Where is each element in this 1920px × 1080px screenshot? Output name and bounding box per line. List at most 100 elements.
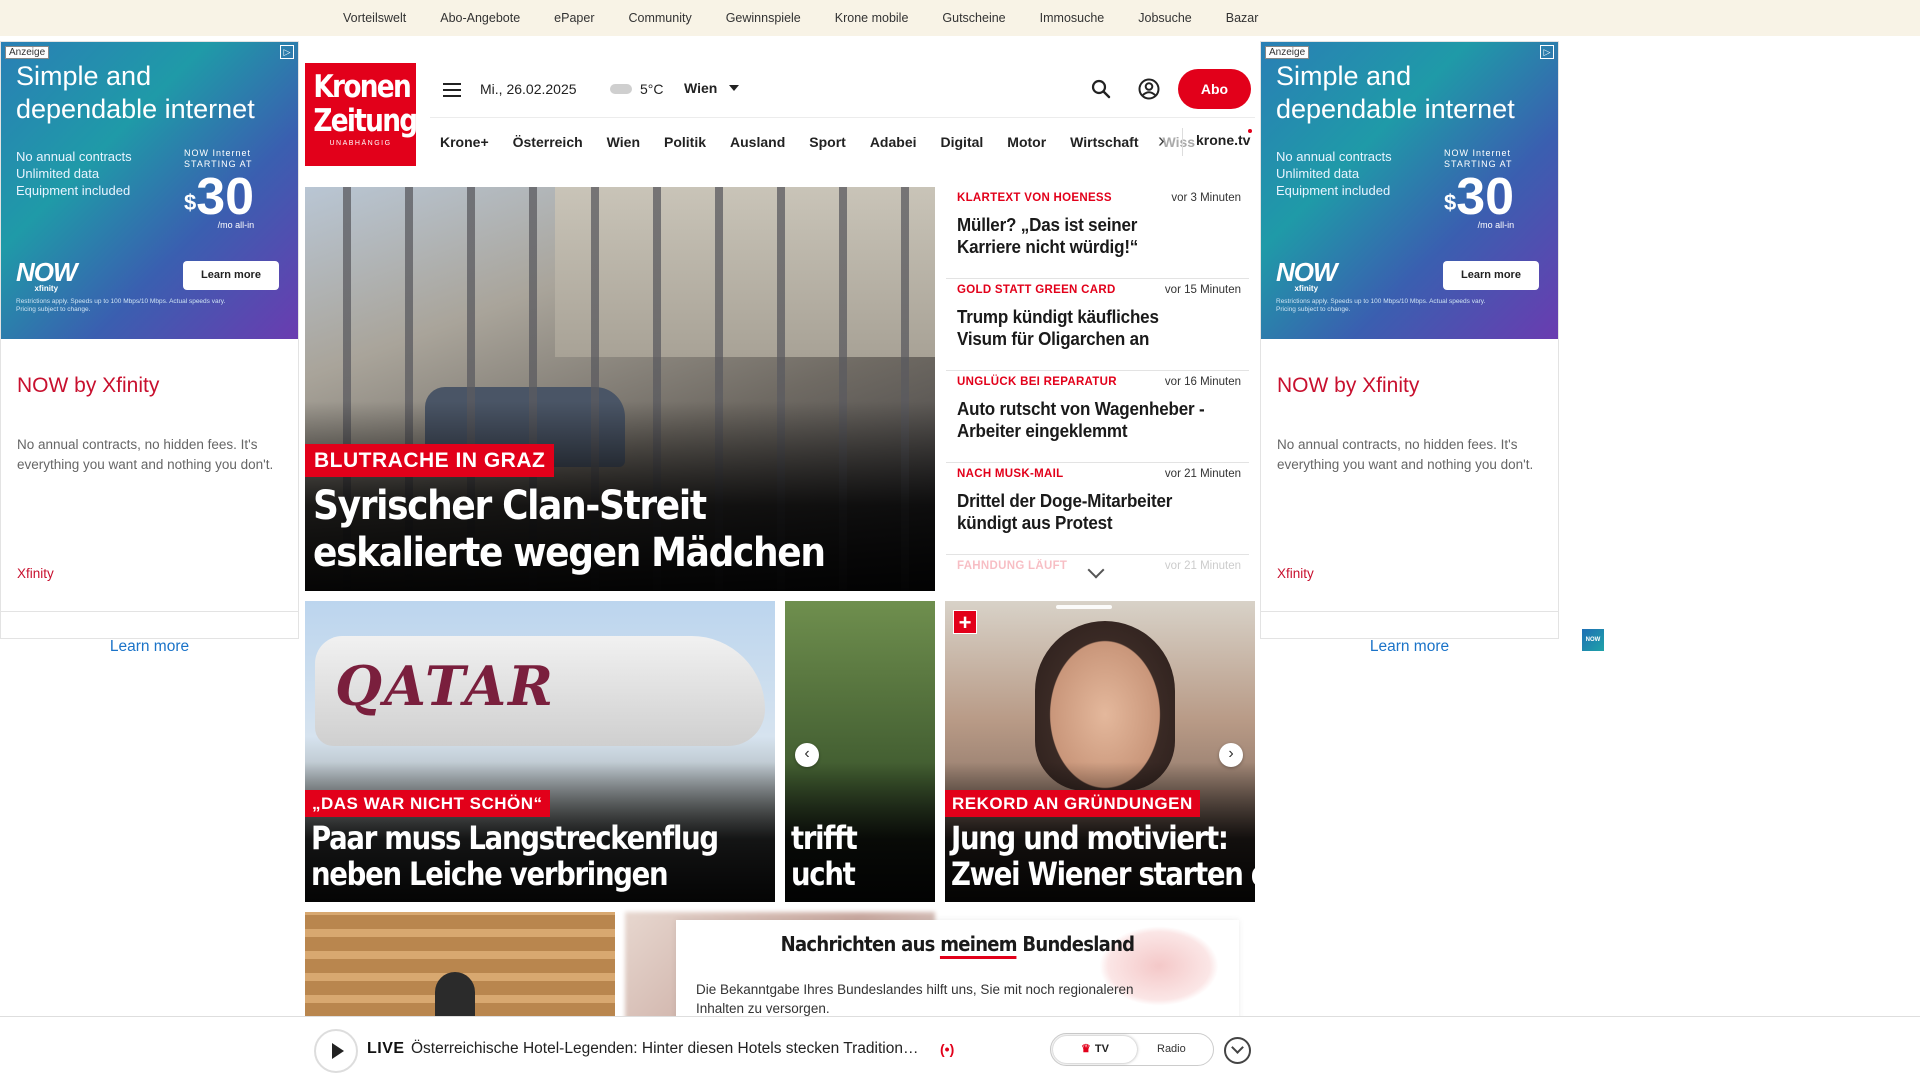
kronen-zeitung-logo[interactable]: Kronen Zeitung UNABHÄNGIG: [305, 63, 418, 166]
ticker-kicker: UNGLÜCK BEI REPARATUR: [957, 376, 1117, 388]
current-date: Mi., 26.02.2025: [480, 81, 577, 97]
ad-source[interactable]: NOW Xfinity: [17, 566, 344, 651]
ad-banner[interactable]: Anzeige ▷ Simple and dependable internet…: [1, 42, 298, 339]
ad-tag: Anzeige: [5, 46, 50, 59]
radio-option[interactable]: Radio: [1157, 1036, 1186, 1063]
utility-link-vorteilswelt[interactable]: Vorteilswelt: [343, 11, 406, 25]
user-account-icon[interactable]: [1138, 78, 1160, 100]
ticker-kicker: FAHNDUNG LÄUFT: [957, 560, 1068, 572]
expand-player-icon[interactable]: [1224, 1037, 1251, 1064]
ticker-time: vor 15 Minuten: [1164, 284, 1241, 296]
ticker-item[interactable]: NACH MUSK-MAIL vor 21 Minuten Drittel de…: [946, 463, 1249, 555]
ad-now-logo: NOW xfinity: [1276, 257, 1338, 293]
card-title: trifft ucht: [791, 819, 858, 893]
left-ad: Anzeige ▷ Simple and dependable internet…: [0, 41, 344, 655]
header-bar: Mi., 26.02.2025 5°C Wien Abo: [416, 63, 1256, 115]
ad-learn-more-button[interactable]: Learn more: [183, 261, 279, 290]
plane-livery-text: QATAR: [335, 654, 555, 718]
ad-price: NOW Internet STARTING AT $30 /mo all-in: [1444, 148, 1514, 230]
ticker-item[interactable]: KLARTEXT VON HOENESS vor 3 Minuten Mülle…: [946, 187, 1249, 279]
ad-headline: Simple and dependable internet: [16, 61, 255, 124]
ticker-title: Trump kündigt käufliches Visum für Oliga…: [957, 306, 1159, 349]
city-selector[interactable]: Wien: [684, 80, 740, 96]
nav-item-adabei[interactable]: Adabei: [870, 134, 917, 150]
top-utility-bar: Vorteilswelt Abo-Angebote ePaper Communi…: [0, 0, 1920, 36]
ticker-item[interactable]: GOLD STATT GREEN CARD vor 15 Minuten Tru…: [946, 279, 1249, 371]
nav-item-krone-tv[interactable]: krone.tv: [1196, 132, 1250, 148]
ticker-title: Drittel der Doge-Mitarbeiter kündigt aus…: [957, 490, 1173, 533]
ad-source-name: Xfinity: [1277, 566, 1314, 581]
ticker-kicker: GOLD STATT GREEN CARD: [957, 284, 1116, 296]
chevron-left-icon[interactable]: ‹: [795, 743, 819, 767]
chevron-right-icon[interactable]: ›: [1219, 743, 1243, 767]
nav-item-sport[interactable]: Sport: [809, 134, 846, 150]
adchoices-icon[interactable]: ▷: [280, 45, 294, 59]
nav-items: Krone+ Österreich Wien Politik Ausland S…: [440, 118, 1195, 166]
adchoices-icon[interactable]: ▷: [1540, 45, 1554, 59]
speaker-figure: [435, 972, 475, 1017]
ad-price-value: $30: [1444, 168, 1515, 226]
nav-item-ausland[interactable]: Ausland: [730, 134, 785, 150]
utility-link-immosuche[interactable]: Immosuche: [1040, 11, 1105, 25]
tv-option[interactable]: ♛ TV: [1053, 1036, 1137, 1063]
now-playing-title[interactable]: Österreichische Hotel-Legenden: Hinter d…: [411, 1040, 918, 1058]
ad-learn-more-link[interactable]: Learn more: [1, 611, 298, 681]
nav-item-kroneplus[interactable]: Krone+: [440, 134, 489, 150]
ad-price-value: $30: [184, 168, 255, 226]
ad-source[interactable]: NOW Xfinity: [1277, 566, 1604, 651]
abo-button[interactable]: Abo: [1178, 69, 1251, 109]
utility-link-epaper[interactable]: ePaper: [554, 11, 594, 25]
category-nav: Krone+ Österreich Wien Politik Ausland S…: [430, 117, 1255, 165]
utility-link-krone-mobile[interactable]: Krone mobile: [835, 11, 909, 25]
region-popup-text: Die Bekanntgabe Ihres Bundeslandes hilft…: [696, 982, 1134, 1016]
nav-item-wirtschaft[interactable]: Wirtschaft: [1070, 134, 1138, 150]
utility-link-bazar[interactable]: Bazar: [1226, 11, 1259, 25]
news-ticker: KLARTEXT VON HOENESS vor 3 Minuten Mülle…: [946, 187, 1251, 587]
crown-icon: ♛: [1081, 1043, 1091, 1055]
ad-learn-more-button[interactable]: Learn more: [1443, 261, 1539, 290]
card-kicker: REKORD AN GRÜNDUNGEN: [945, 790, 1200, 817]
menu-icon[interactable]: [443, 83, 461, 97]
nav-item-wien[interactable]: Wien: [607, 134, 640, 150]
ad-description: No annual contracts, no hidden fees. It'…: [1277, 437, 1534, 472]
ad-fine-print: Restrictions apply. Speeds up to 100 Mbp…: [1276, 298, 1486, 313]
hero-title: Syrischer Clan-Streit eskalierte wegen M…: [313, 483, 826, 576]
utility-link-community[interactable]: Community: [628, 11, 691, 25]
ad-fine-print: Restrictions apply. Speeds up to 100 Mbp…: [16, 298, 226, 313]
ad-bullets: No annual contracts Unlimited data Equip…: [1276, 149, 1392, 198]
ticker-kicker: NACH MUSK-MAIL: [957, 468, 1064, 480]
lecture-hall-image[interactable]: [305, 912, 615, 1017]
ad-brand-name[interactable]: NOW by Xfinity: [17, 374, 159, 398]
ad-banner[interactable]: Anzeige ▷ Simple and dependable internet…: [1261, 42, 1558, 339]
ad-headline: Simple and dependable internet: [1276, 61, 1515, 124]
card-kicker: „DAS WAR NICHT SCHÖN“: [305, 790, 550, 817]
logo-text: Kronen Zeitung: [313, 69, 418, 139]
right-ad: Anzeige ▷ Simple and dependable internet…: [1260, 41, 1604, 655]
ad-learn-more-link[interactable]: Learn more: [1261, 611, 1558, 681]
logo-tagline: UNABHÄNGIG: [329, 140, 392, 147]
play-button[interactable]: [314, 1029, 358, 1073]
ad-brand-name[interactable]: NOW by Xfinity: [1277, 374, 1419, 398]
utility-link-jobsuche[interactable]: Jobsuche: [1138, 11, 1192, 25]
cloud-icon: [610, 84, 632, 94]
tv-radio-toggle[interactable]: ♛ TV Radio: [1050, 1033, 1214, 1066]
search-icon[interactable]: [1091, 79, 1111, 99]
ticker-time: vor 16 Minuten: [1164, 376, 1241, 388]
chevron-right-icon[interactable]: ›: [1158, 131, 1178, 153]
utility-link-gewinnspiele[interactable]: Gewinnspiele: [726, 11, 801, 25]
broadcast-icon: (•): [940, 1041, 955, 1057]
nav-divider: [1182, 128, 1183, 156]
article-card[interactable]: + REKORD AN GRÜNDUNGEN Jung und motivier…: [945, 601, 1255, 902]
utility-link-abo-angebote[interactable]: Abo-Angebote: [440, 11, 520, 25]
nav-item-motor[interactable]: Motor: [1007, 134, 1046, 150]
hero-article[interactable]: BLUTRACHE IN GRAZ Syrischer Clan-Streit …: [305, 187, 935, 591]
ticker-title: Auto rutscht von Wagenheber - Arbeiter e…: [957, 398, 1205, 441]
utility-link-gutscheine[interactable]: Gutscheine: [942, 11, 1005, 25]
ticker-item[interactable]: UNGLÜCK BEI REPARATUR vor 16 Minuten Aut…: [946, 371, 1249, 463]
nav-item-politik[interactable]: Politik: [664, 134, 706, 150]
city-name: Wien: [684, 80, 718, 96]
nav-item-digital[interactable]: Digital: [941, 134, 984, 150]
nav-item-oesterreich[interactable]: Österreich: [513, 134, 583, 150]
article-card[interactable]: QATAR „DAS WAR NICHT SCHÖN“ Paar muss La…: [305, 601, 775, 902]
ticker-time: vor 21 Minuten: [1164, 468, 1241, 480]
